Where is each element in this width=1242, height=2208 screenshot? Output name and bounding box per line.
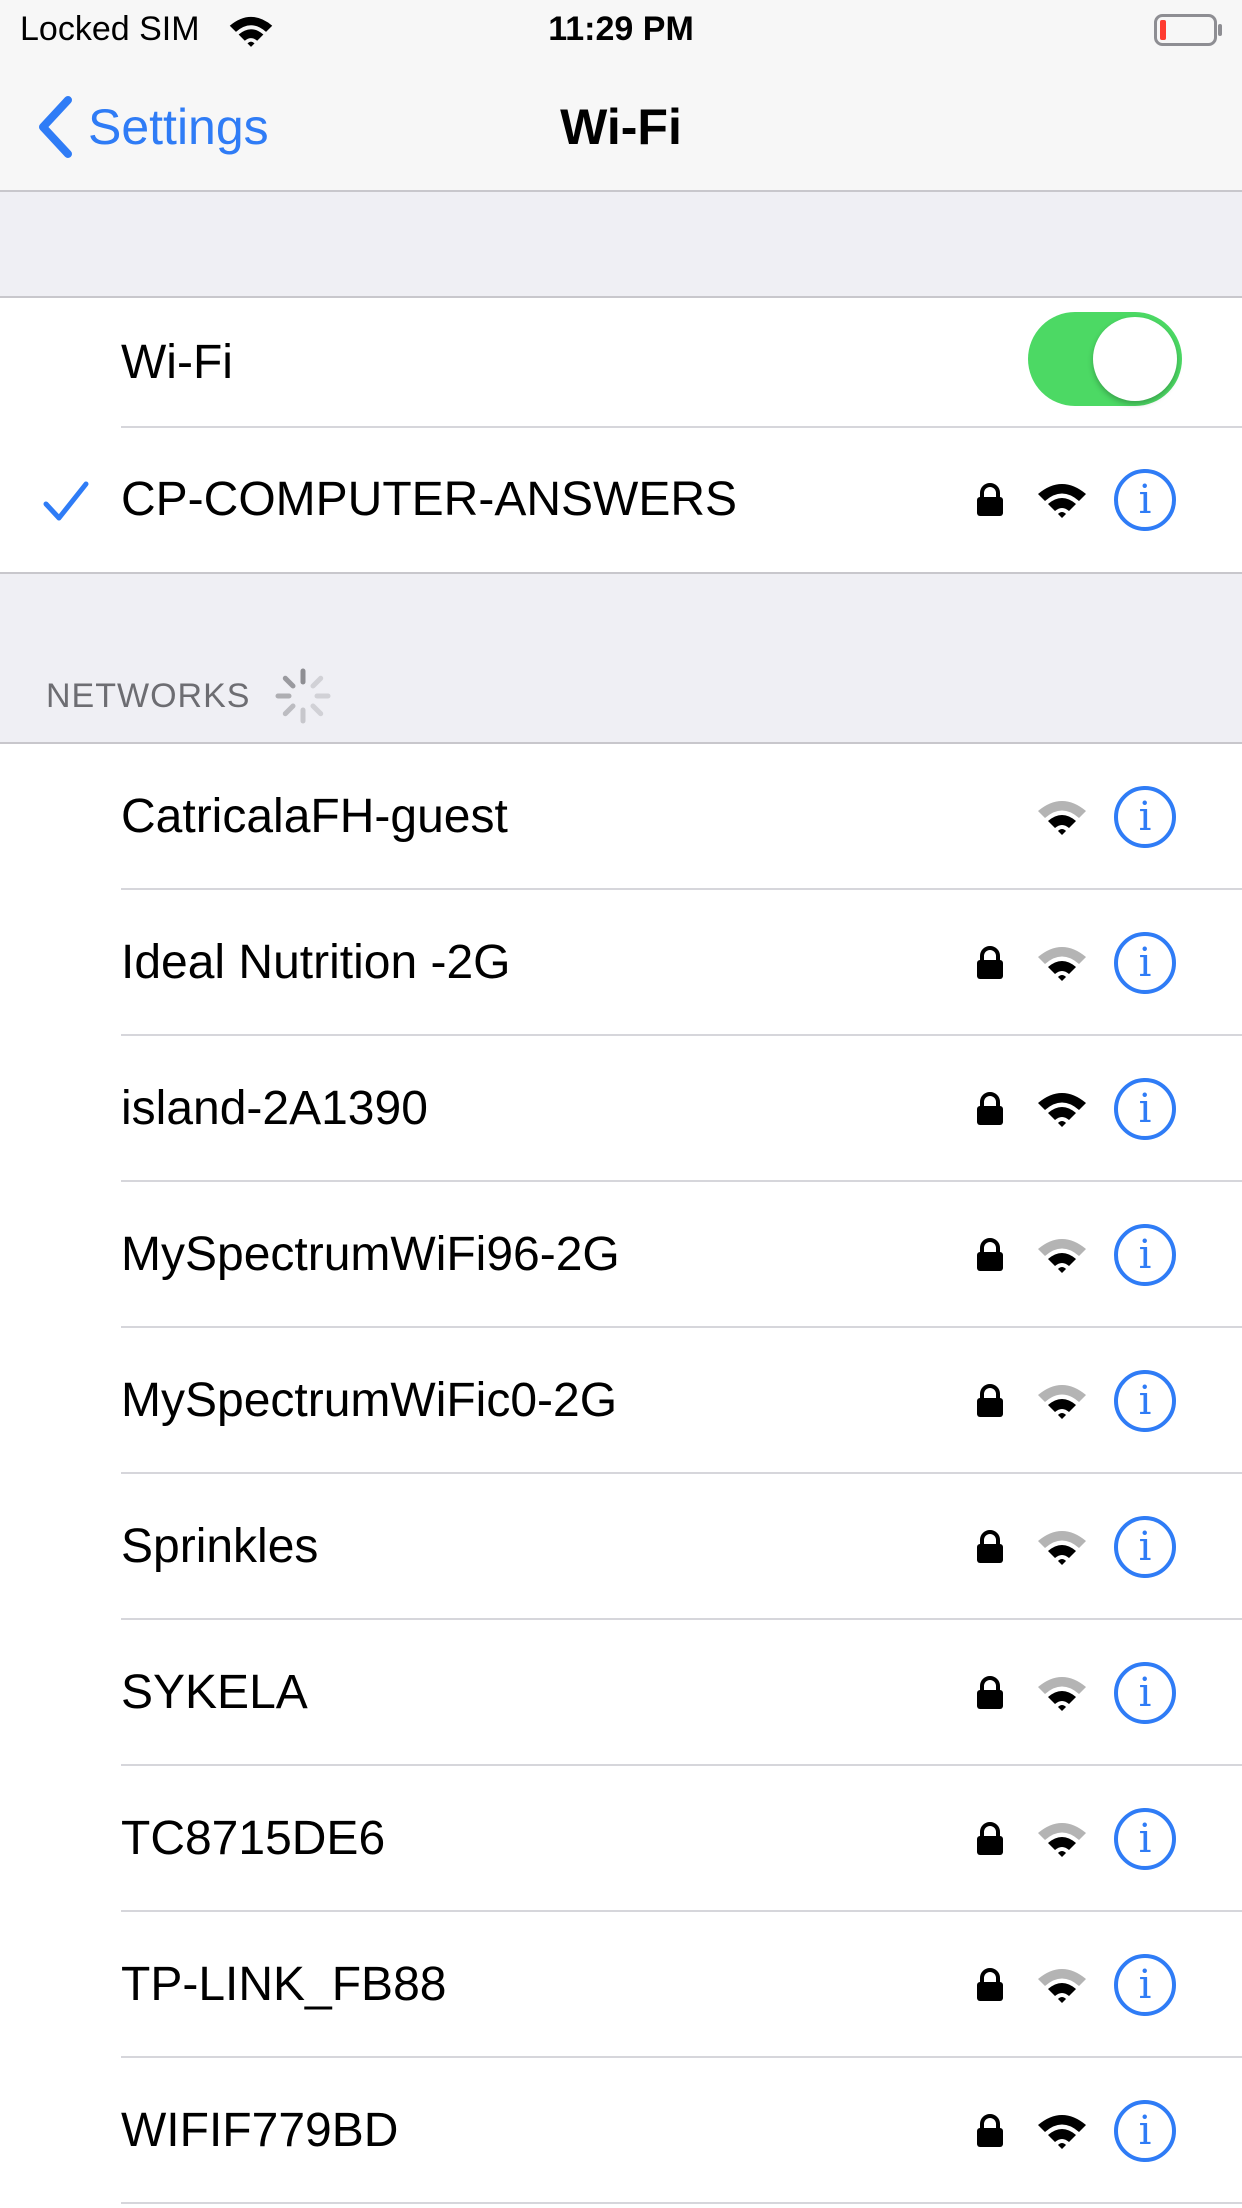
- network-name: MySpectrumWiFi96-2G: [121, 1228, 620, 1281]
- info-icon[interactable]: i: [1114, 1370, 1176, 1432]
- lock-icon: [977, 1530, 1003, 1563]
- network-name: MySpectrumWiFic0-2G: [121, 1374, 618, 1427]
- networks-section-header: NETWORKS: [46, 668, 334, 724]
- network-row[interactable]: TP-LINK_FB88 i: [0, 1912, 1242, 2058]
- connected-network-name: CP-COMPUTER-ANSWERS: [121, 473, 738, 526]
- wifi-signal-icon: [1038, 1823, 1086, 1857]
- info-icon[interactable]: i: [1114, 786, 1176, 848]
- wifi-signal-icon: [1038, 947, 1086, 981]
- wifi-toggle-label: Wi-Fi: [121, 336, 233, 389]
- network-row[interactable]: CatricalaFH-guest i: [0, 744, 1242, 890]
- network-name: TC8715DE6: [121, 1812, 386, 1865]
- info-icon[interactable]: i: [1114, 1224, 1176, 1286]
- page-title: Wi-Fi: [560, 99, 682, 155]
- wifi-toggle-row: Wi-Fi: [0, 298, 1242, 428]
- wifi-signal-icon: [1038, 484, 1086, 518]
- lock-icon: [977, 946, 1003, 979]
- info-icon[interactable]: i: [1114, 2100, 1176, 2162]
- wifi-toggle-switch[interactable]: [1028, 312, 1182, 406]
- checkmark-icon: [43, 481, 89, 521]
- toggle-knob: [1093, 317, 1177, 401]
- lock-icon: [977, 1676, 1003, 1709]
- loading-spinner-icon: [275, 668, 331, 724]
- info-icon[interactable]: i: [1114, 1662, 1176, 1724]
- wifi-connection-group: Wi-Fi CP-COMPUTER-ANSWERS i: [0, 296, 1242, 574]
- lock-icon: [977, 1822, 1003, 1855]
- wifi-signal-icon: [1038, 1531, 1086, 1565]
- info-icon[interactable]: i: [1114, 469, 1176, 531]
- wifi-signal-icon: [1038, 801, 1086, 835]
- lock-icon: [977, 483, 1003, 516]
- network-name: TP-LINK_FB88: [121, 1958, 447, 2011]
- info-icon[interactable]: i: [1114, 1954, 1176, 2016]
- info-icon[interactable]: i: [1114, 1808, 1176, 1870]
- network-row[interactable]: island-2A1390 i: [0, 1036, 1242, 1182]
- status-bar: Locked SIM 11:29 PM: [0, 0, 1242, 62]
- status-time: 11:29 PM: [548, 10, 694, 48]
- lock-icon: [977, 1238, 1003, 1271]
- lock-icon: [977, 1384, 1003, 1417]
- network-row[interactable]: MySpectrumWiFi96-2G i: [0, 1182, 1242, 1328]
- battery-icon: [1154, 14, 1222, 46]
- lock-icon: [977, 1092, 1003, 1125]
- lock-icon: [977, 2114, 1003, 2147]
- network-name: SYKELA: [121, 1666, 308, 1719]
- wifi-signal-icon: [1038, 1093, 1086, 1127]
- row-divider: [121, 2202, 1242, 2204]
- lock-icon: [977, 1968, 1003, 2001]
- info-icon[interactable]: i: [1114, 1516, 1176, 1578]
- networks-header-label: NETWORKS: [46, 676, 251, 715]
- navigation-bar: Settings Wi-Fi: [0, 62, 1242, 192]
- network-row[interactable]: Ideal Nutrition -2G i: [0, 890, 1242, 1036]
- network-name: WIFIF779BD: [121, 2104, 399, 2157]
- wifi-signal-icon: [1038, 1385, 1086, 1419]
- network-row[interactable]: TC8715DE6 i: [0, 1766, 1242, 1912]
- info-icon[interactable]: i: [1114, 1078, 1176, 1140]
- connected-network-row[interactable]: CP-COMPUTER-ANSWERS i: [0, 428, 1242, 572]
- network-row[interactable]: Sprinkles i: [0, 1474, 1242, 1620]
- network-name: island-2A1390: [121, 1082, 428, 1135]
- wifi-signal-icon: [1038, 2115, 1086, 2149]
- wifi-signal-icon: [1038, 1239, 1086, 1273]
- network-name: CatricalaFH-guest: [121, 790, 508, 843]
- network-row[interactable]: SYKELA i: [0, 1620, 1242, 1766]
- wifi-signal-icon: [1038, 1677, 1086, 1711]
- network-name: Sprinkles: [121, 1520, 319, 1573]
- networks-list: CatricalaFH-guest i Ideal Nutrition -2G …: [0, 742, 1242, 2208]
- network-row[interactable]: MySpectrumWiFic0-2G i: [0, 1328, 1242, 1474]
- wifi-signal-icon: [1038, 1969, 1086, 2003]
- info-icon[interactable]: i: [1114, 932, 1176, 994]
- network-name: Ideal Nutrition -2G: [121, 936, 511, 989]
- network-row[interactable]: WIFIF779BD i: [0, 2058, 1242, 2204]
